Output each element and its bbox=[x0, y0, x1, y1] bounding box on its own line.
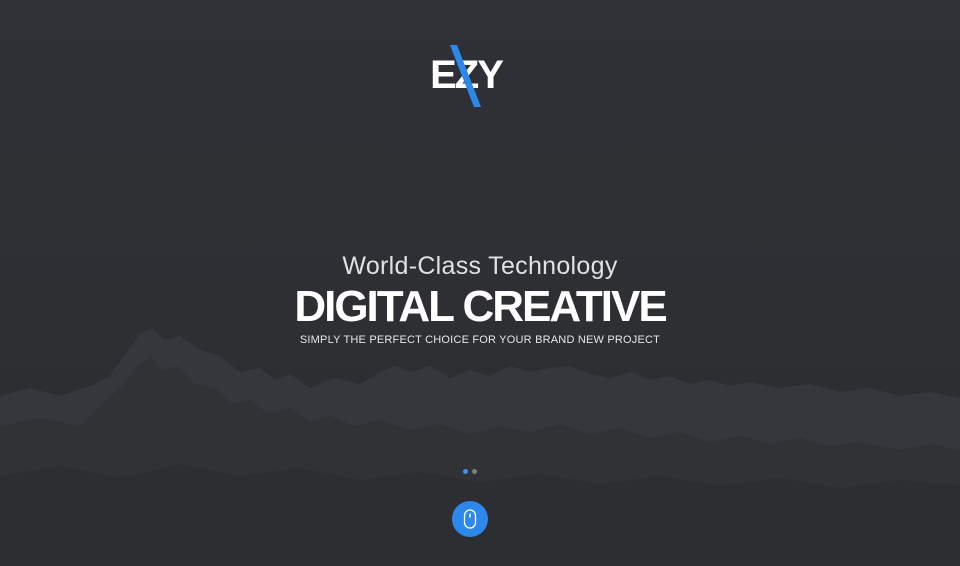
hero-title: DIGITAL CREATIVE bbox=[294, 282, 667, 331]
slider-pagination bbox=[462, 469, 482, 477]
slider-dot[interactable] bbox=[472, 469, 477, 474]
scroll-down-button[interactable] bbox=[452, 501, 488, 537]
hero-pretitle: World-Class Technology bbox=[342, 252, 618, 280]
mouse-icon bbox=[463, 509, 477, 529]
hero-section: EZY World-Class Technology DIGITAL CREAT… bbox=[0, 0, 960, 566]
logo-slash-mark bbox=[450, 45, 481, 107]
logo[interactable]: EZY bbox=[424, 44, 508, 108]
hero-subtitle: SIMPLY THE PERFECT CHOICE FOR YOUR BRAND… bbox=[299, 334, 661, 346]
slider-dot-active[interactable] bbox=[463, 469, 468, 474]
